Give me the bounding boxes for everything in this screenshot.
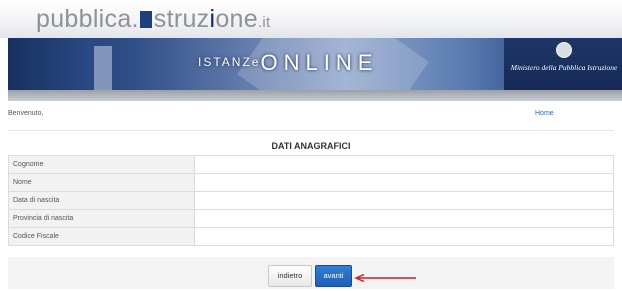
field-label-codice-fiscale: Codice Fiscale: [8, 227, 195, 246]
field-label-data-nascita: Data di nascita: [8, 191, 195, 210]
pubblica-istruzione-logo: pubblica. struzione.it: [36, 5, 271, 34]
personal-data-table: Cognome Nome Data di nascita Provincia d…: [8, 155, 614, 246]
logo-part-one: one: [215, 5, 258, 33]
top-logo-bar: pubblica. struzione.it: [0, 0, 622, 38]
banner-stripe-light: [94, 46, 112, 90]
table-row: Codice Fiscale: [8, 227, 614, 246]
banner-stripe: [8, 38, 92, 90]
header-subbar: [8, 90, 622, 101]
table-row: Cognome: [8, 155, 614, 174]
divider: [8, 130, 614, 131]
banner-title: ISTANZeONLINE: [198, 50, 378, 76]
section-title: DATI ANAGRAFICI: [271, 141, 351, 151]
red-arrow-icon: [354, 274, 416, 282]
field-value-data-nascita: [194, 191, 614, 210]
field-value-cognome: [194, 155, 614, 174]
emblem-icon: [556, 42, 572, 58]
banner-title-part-3: ON: [260, 50, 306, 75]
welcome-text: Benvenuto,: [8, 110, 44, 117]
next-button[interactable]: avanti: [315, 265, 352, 287]
table-row: Provincia di nascita: [8, 209, 614, 228]
field-value-nome: [194, 173, 614, 192]
logo-tld: .it: [257, 14, 271, 31]
field-label-provincia-nascita: Provincia di nascita: [8, 209, 195, 228]
logo-part-struz: struz: [153, 5, 210, 33]
welcome-row: Benvenuto, Home: [8, 106, 614, 131]
ministry-logo: Ministero della Pubblica Istruzione: [504, 38, 622, 90]
button-bar: indietro avanti: [8, 257, 614, 289]
ministry-name: Ministero della Pubblica Istruzione: [510, 63, 618, 72]
home-link[interactable]: Home: [535, 110, 554, 117]
back-button[interactable]: indietro: [268, 265, 312, 287]
banner-title-part-1: ISTANZ: [198, 55, 252, 69]
banner-title-part-4: LINE: [305, 50, 379, 75]
table-row: Nome: [8, 173, 614, 192]
field-value-provincia-nascita: [194, 209, 614, 228]
istanze-online-banner: ISTANZeONLINE Ministero della Pubblica I…: [8, 38, 622, 90]
field-value-codice-fiscale: [194, 227, 614, 246]
field-label-nome: Nome: [8, 173, 195, 192]
logo-block-icon: [139, 11, 152, 28]
table-row: Data di nascita: [8, 191, 614, 210]
field-label-cognome: Cognome: [8, 155, 195, 174]
logo-prefix: pubblica.: [36, 5, 139, 33]
